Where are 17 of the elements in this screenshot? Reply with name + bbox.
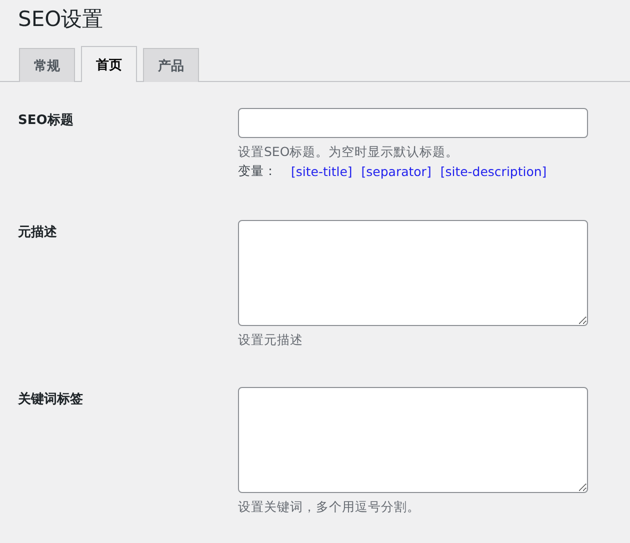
field-label: SEO标题 (18, 112, 74, 130)
help-text: 设置元描述 (238, 332, 304, 349)
variable-link[interactable]: [site-title] (291, 164, 352, 179)
variables-label: 变量： (238, 163, 277, 180)
input-field[interactable] (238, 108, 588, 138)
page-title: SEO设置 (18, 6, 104, 33)
text-area[interactable] (238, 220, 588, 326)
text-area[interactable] (238, 387, 588, 493)
tab[interactable]: 常规 (19, 48, 75, 82)
tab[interactable]: 首页 (81, 46, 137, 82)
help-text: 设置SEO标题。为空时显示默认标题。 (238, 144, 460, 161)
help-text: 设置关键词，多个用逗号分割。 (238, 499, 421, 516)
tab[interactable]: 产品 (143, 48, 199, 82)
variable-link[interactable]: [separator] (361, 164, 432, 179)
field-label: 关键词标签 (18, 390, 84, 409)
field-label: 元描述 (18, 224, 58, 242)
variable-link[interactable]: [site-description] (440, 164, 547, 179)
